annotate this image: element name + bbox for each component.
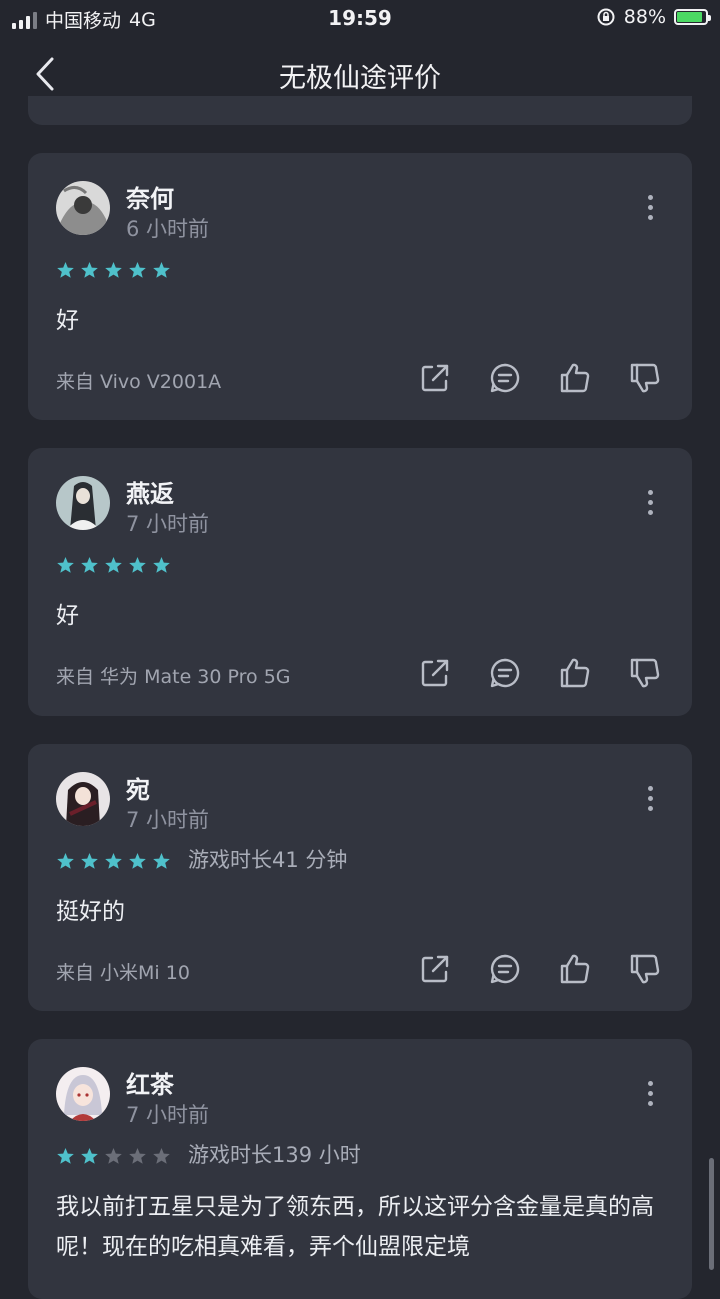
more-button[interactable] <box>638 786 662 816</box>
device-label: 来自 华为 Mate 30 Pro 5G <box>56 666 291 688</box>
playtime: 游戏时长41 分钟 <box>188 848 348 872</box>
review-card: 宛 7 小时前 游戏时长41 分钟 挺好的 来自 小米Mi 10 <box>28 744 692 1011</box>
star-icon <box>105 1148 122 1164</box>
dislike-button[interactable] <box>628 361 662 395</box>
star-rating <box>56 852 171 871</box>
avatar[interactable] <box>56 181 110 235</box>
share-button[interactable] <box>418 361 452 395</box>
like-button[interactable] <box>558 656 592 690</box>
star-icon <box>129 853 146 869</box>
star-icon <box>129 1148 146 1164</box>
star-icon <box>129 262 146 278</box>
star-icon <box>153 853 170 869</box>
comment-icon <box>490 954 520 984</box>
review-text[interactable]: 我以前打五星只是为了领东西，所以这评分含金量是真的高呢！现在的吃相真难看，弄个仙… <box>56 1187 664 1267</box>
avatar-image <box>56 772 110 826</box>
avatar-image <box>56 1067 110 1121</box>
thumbs-up-icon <box>560 658 590 688</box>
review-time: 7 小时前 <box>126 808 210 832</box>
review-card: 红茶 7 小时前 游戏时长139 小时 我以前打五星只是为了领东西，所以这评分含… <box>28 1039 692 1299</box>
username[interactable]: 宛 <box>126 770 150 805</box>
comment-icon <box>490 658 520 688</box>
more-button[interactable] <box>638 490 662 520</box>
orientation-lock-icon <box>597 8 615 26</box>
username[interactable]: 燕返 <box>126 474 174 509</box>
star-icon <box>105 853 122 869</box>
review-actions <box>418 656 662 690</box>
more-icon <box>647 1081 653 1086</box>
page-title: 无极仙途评价 <box>279 63 441 94</box>
star-icon <box>57 557 74 573</box>
thumbs-down-icon <box>630 363 660 393</box>
review-time: 7 小时前 <box>126 512 210 536</box>
avatar[interactable] <box>56 772 110 826</box>
review-actions <box>418 361 662 395</box>
star-icon <box>81 853 98 869</box>
review-time: 7 小时前 <box>126 1103 210 1127</box>
more-button[interactable] <box>638 1081 662 1111</box>
share-button[interactable] <box>418 656 452 690</box>
more-icon <box>647 490 653 495</box>
thumbs-down-icon <box>630 954 660 984</box>
star-icon <box>57 853 74 869</box>
status-bar: 中国移动 4G 19:59 88% <box>0 0 720 38</box>
share-button[interactable] <box>418 952 452 986</box>
star-icon <box>57 1148 74 1164</box>
star-icon <box>129 557 146 573</box>
share-icon <box>421 659 449 687</box>
more-icon <box>647 195 653 200</box>
battery-percent: 88% <box>623 6 666 28</box>
review-time: 6 小时前 <box>126 217 210 241</box>
dislike-button[interactable] <box>628 656 662 690</box>
playtime: 游戏时长139 小时 <box>188 1143 361 1167</box>
star-icon <box>105 557 122 573</box>
more-icon <box>647 786 653 791</box>
review-text[interactable]: 挺好的 <box>56 894 664 930</box>
star-rating <box>56 556 171 575</box>
like-button[interactable] <box>558 361 592 395</box>
like-button[interactable] <box>558 952 592 986</box>
avatar[interactable] <box>56 476 110 530</box>
review-card: 奈何 6 小时前 好 来自 Vivo V2001A <box>28 153 692 420</box>
avatar-image <box>56 181 110 235</box>
thumbs-down-icon <box>630 658 660 688</box>
review-text[interactable]: 好 <box>56 598 664 634</box>
thumbs-up-icon <box>560 363 590 393</box>
battery-icon <box>674 9 711 25</box>
username[interactable]: 奈何 <box>126 179 174 214</box>
star-rating <box>56 1147 171 1166</box>
star-icon <box>153 262 170 278</box>
comment-icon <box>490 363 520 393</box>
avatar[interactable] <box>56 1067 110 1121</box>
device-label: 来自 小米Mi 10 <box>56 962 190 984</box>
dislike-button[interactable] <box>628 952 662 986</box>
comment-button[interactable] <box>488 952 522 986</box>
share-icon <box>421 364 449 392</box>
scrollbar[interactable] <box>709 1158 714 1270</box>
star-icon <box>105 262 122 278</box>
star-icon <box>81 262 98 278</box>
star-icon <box>153 557 170 573</box>
share-icon <box>421 955 449 983</box>
star-icon <box>153 1148 170 1164</box>
avatar-image <box>56 476 110 530</box>
username[interactable]: 红茶 <box>126 1065 174 1100</box>
more-button[interactable] <box>638 195 662 225</box>
comment-button[interactable] <box>488 656 522 690</box>
star-icon <box>57 262 74 278</box>
star-icon <box>81 557 98 573</box>
review-text[interactable]: 好 <box>56 303 664 339</box>
previous-review-card <box>28 96 692 125</box>
review-card: 燕返 7 小时前 好 来自 华为 Mate 30 Pro 5G <box>28 448 692 716</box>
star-icon <box>81 1148 98 1164</box>
thumbs-up-icon <box>560 954 590 984</box>
star-rating <box>56 261 171 280</box>
device-label: 来自 Vivo V2001A <box>56 371 222 393</box>
review-actions <box>418 952 662 986</box>
comment-button[interactable] <box>488 361 522 395</box>
